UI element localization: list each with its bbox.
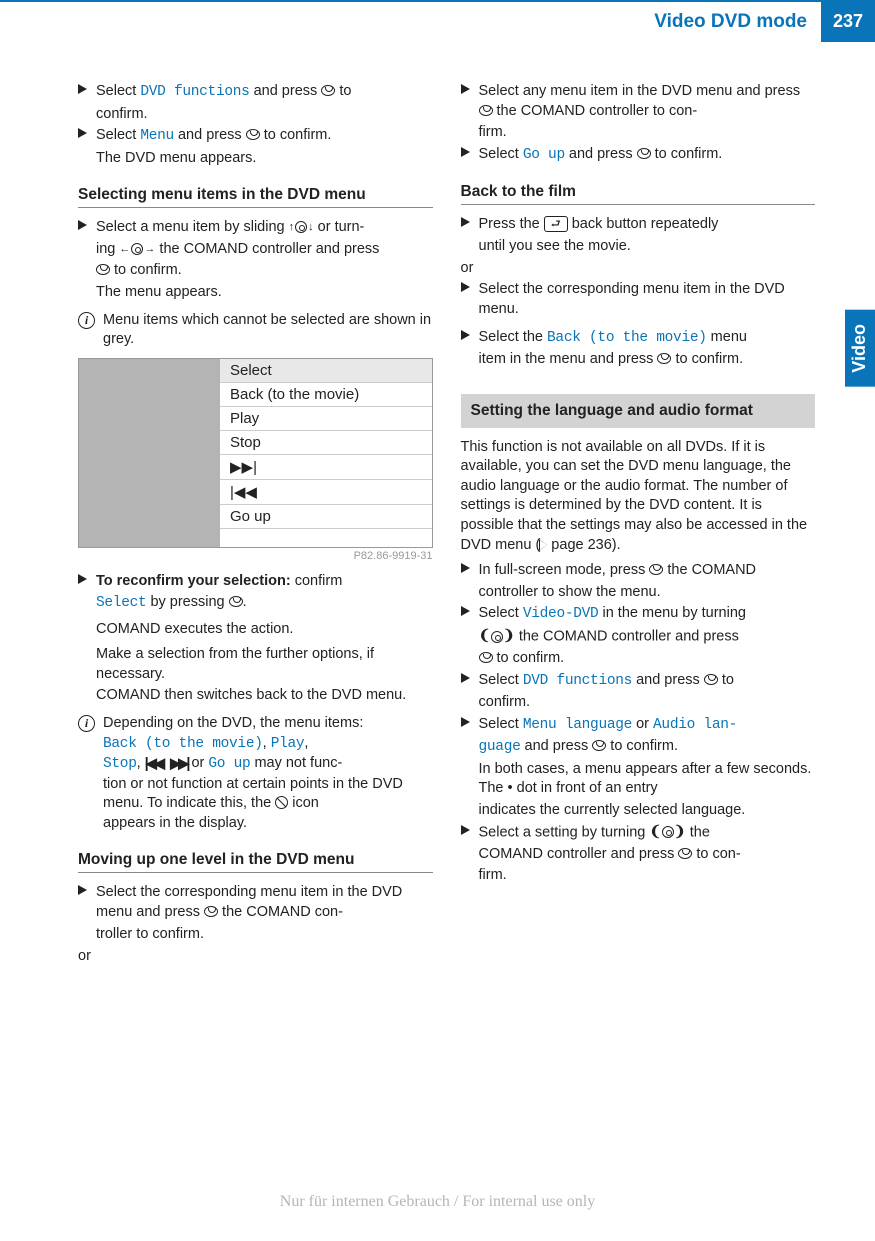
- press-icon: [229, 596, 243, 607]
- heading-selecting-menu-items: Selecting menu items in the DVD menu: [78, 186, 433, 208]
- heading-moving-up: Moving up one level in the DVD menu: [78, 851, 433, 873]
- press-icon: [649, 564, 663, 575]
- or-separator: or: [78, 948, 433, 964]
- ui-menu-language: Menu language: [523, 717, 632, 733]
- figure-caption: P82.86-9919-31: [78, 550, 433, 562]
- page-header: Video DVD mode 237: [0, 0, 875, 42]
- ui-menu: Menu: [140, 128, 174, 144]
- ui-select: Select: [96, 595, 146, 611]
- section-tab-video: Video: [845, 310, 875, 387]
- menu-item: Stop: [220, 431, 432, 455]
- bullet-icon: [461, 82, 471, 121]
- menu-item: ▶▶|: [220, 455, 432, 480]
- page-number: 237: [821, 0, 875, 42]
- ui-dvd-functions: DVD functions: [523, 673, 632, 689]
- heading-back-to-film: Back to the film: [461, 183, 816, 205]
- back-button-icon: ⮐: [544, 216, 568, 232]
- press-icon: [479, 652, 493, 663]
- rotate-icon: ❨❩: [479, 627, 515, 647]
- bullet-icon: [461, 715, 471, 736]
- bullet-icon: [461, 671, 471, 692]
- press-icon: [204, 906, 218, 917]
- ui-audio-language: Audio lan-: [653, 717, 737, 733]
- press-icon: [479, 105, 493, 116]
- page-ref-icon: [540, 540, 547, 550]
- bullet-icon: [461, 215, 471, 235]
- press-icon: [678, 848, 692, 859]
- press-icon: [246, 129, 260, 140]
- left-column: Select DVD functions and press to confir…: [78, 82, 433, 968]
- slide-horizontal-icon: ←→: [119, 242, 155, 257]
- ui-back-movie: Back (to the movie): [547, 330, 707, 346]
- bullet-icon: [461, 328, 471, 349]
- screenshot-dvd-menu: Select Back (to the movie) Play Stop ▶▶|…: [78, 358, 433, 548]
- rotate-icon: ❨❩: [649, 823, 685, 843]
- menu-item: Play: [220, 407, 432, 431]
- ui-play: Play: [271, 736, 305, 752]
- press-icon: [704, 674, 718, 685]
- prohibited-icon: [275, 796, 288, 809]
- press-icon: [637, 148, 651, 159]
- or-separator: or: [461, 260, 816, 276]
- ui-video-dvd: Video-DVD: [523, 606, 599, 622]
- bullet-icon: [78, 883, 88, 922]
- ui-dvd-functions: DVD functions: [140, 84, 249, 100]
- skip-back-icon: |◀◀: [145, 755, 162, 775]
- header-title: Video DVD mode: [0, 0, 821, 42]
- menu-item: Back (to the movie): [220, 383, 432, 407]
- bullet-icon: [78, 572, 88, 592]
- heading-language-audio: Setting the language and audio format: [461, 394, 816, 428]
- menu-item: Select: [220, 359, 432, 383]
- skip-fwd-icon: ▶▶|: [170, 755, 187, 775]
- press-icon: [657, 353, 671, 364]
- bullet-icon: [461, 604, 471, 625]
- press-icon: [321, 85, 335, 96]
- press-icon: [96, 264, 110, 275]
- ui-go-up: Go up: [208, 756, 250, 772]
- info-icon: i: [78, 715, 95, 732]
- bullet-icon: [78, 82, 88, 103]
- watermark: Nur für internen Gebrauch / For internal…: [0, 1193, 875, 1211]
- ui-go-up: Go up: [523, 147, 565, 163]
- press-icon: [592, 740, 606, 751]
- bullet-icon: [461, 823, 471, 843]
- menu-item: |◀◀: [220, 480, 432, 505]
- bullet-icon: [461, 561, 471, 581]
- ui-back-movie: Back (to the movie): [103, 736, 263, 752]
- slide-vertical-icon: ↑↓: [289, 220, 314, 235]
- menu-item: Go up: [220, 505, 432, 529]
- info-icon: i: [78, 312, 95, 329]
- bullet-icon: [461, 145, 471, 166]
- right-column: Select any menu item in the DVD menu and…: [461, 82, 816, 968]
- menu-list: Select Back (to the movie) Play Stop ▶▶|…: [220, 359, 432, 529]
- bullet-icon: [78, 218, 88, 238]
- bullet-icon: [78, 126, 88, 147]
- ui-stop: Stop: [103, 756, 137, 772]
- bullet-icon: [461, 280, 471, 319]
